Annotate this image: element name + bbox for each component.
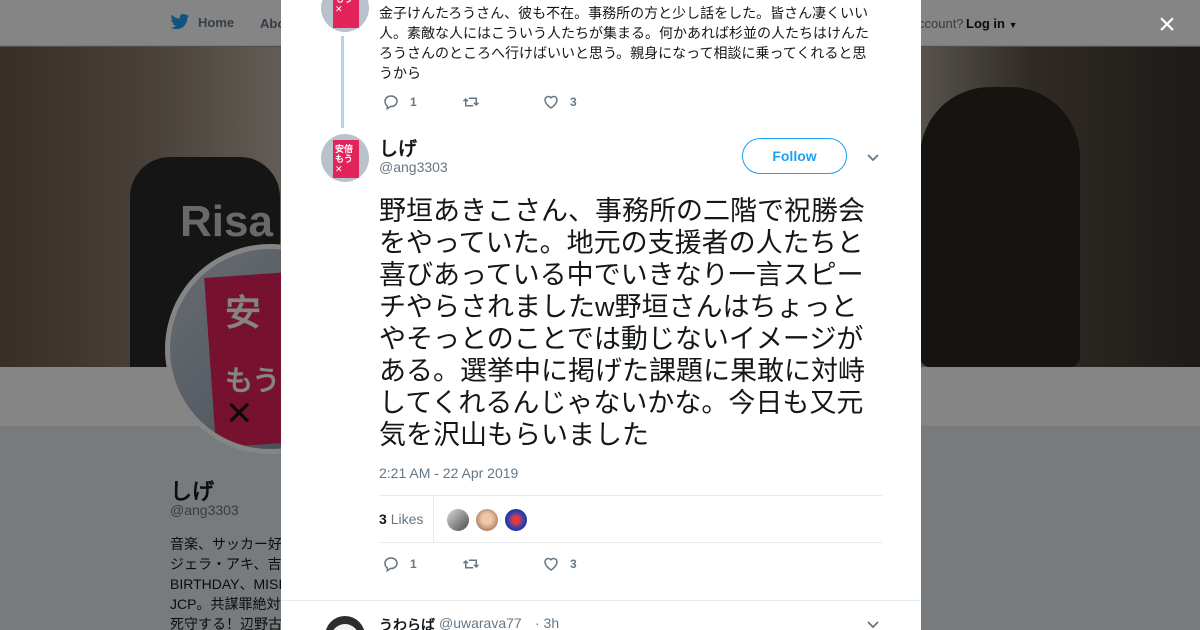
tweet-permalink-modal: もう✕ 金子けんたろうさん、彼も不在。事務所の方と少し話をした。皆さん凄くいい人… <box>281 0 921 630</box>
retweet-button[interactable] <box>462 555 542 573</box>
reply-icon <box>384 557 398 573</box>
chevron-down-icon[interactable] <box>865 616 881 630</box>
tweet-actions: 1 3 <box>382 555 622 573</box>
reply-button[interactable]: 1 <box>382 93 462 111</box>
liker-avatar[interactable] <box>504 508 528 532</box>
reply-avatar[interactable] <box>325 616 365 630</box>
likes-label: Likes <box>390 511 424 527</box>
like-count: 3 <box>570 95 577 109</box>
author-name[interactable]: しげ <box>379 134 417 161</box>
tweet-stats: 3 Likes <box>379 495 882 543</box>
parent-tweet-avatar[interactable]: もう✕ <box>321 0 369 32</box>
thread-connector-line <box>341 36 344 128</box>
reply-timestamp[interactable]: · 3h <box>535 615 559 630</box>
chevron-down-icon[interactable] <box>865 149 881 165</box>
stats-divider <box>433 496 434 542</box>
author-handle[interactable]: @ang3303 <box>379 159 448 175</box>
liker-avatar[interactable] <box>446 508 470 532</box>
like-count: 3 <box>570 557 577 571</box>
parent-tweet-text: 金子けんたろうさん、彼も不在。事務所の方と少し話をした。皆さん凄くいい人。素敵な… <box>379 5 869 81</box>
reply-icon <box>384 95 398 111</box>
reply-author-handle[interactable]: @uwarava77 <box>439 615 522 630</box>
reply-author-name[interactable]: うわらば <box>379 615 435 630</box>
retweet-button[interactable] <box>462 93 542 111</box>
tweet-text: 野垣あきこさん、事務所の二階で祝勝会をやっていた。地元の支援者の人たちと喜びあっ… <box>379 196 865 450</box>
tweet-timestamp[interactable]: 2:21 AM - 22 Apr 2019 <box>379 465 518 481</box>
parent-tweet-actions: 1 3 <box>382 93 622 111</box>
reply-count: 1 <box>410 95 417 109</box>
close-icon[interactable]: × <box>1152 10 1182 40</box>
like-button[interactable]: 3 <box>542 555 622 573</box>
reply-button[interactable]: 1 <box>382 555 462 573</box>
heart-icon <box>544 557 558 571</box>
reply-avatar-face <box>331 624 359 630</box>
reply-count: 1 <box>410 557 417 571</box>
follow-button[interactable]: Follow <box>742 138 847 174</box>
retweet-icon <box>462 559 480 569</box>
heart-icon <box>544 95 558 109</box>
like-button[interactable]: 3 <box>542 93 622 111</box>
avatar-sign-text: 安倍 もう ✕ <box>335 144 354 174</box>
liker-avatar[interactable] <box>475 508 499 532</box>
likes-count: 3 <box>379 511 387 527</box>
author-avatar[interactable]: 安倍 もう ✕ <box>321 134 369 182</box>
likes-stat[interactable]: 3 Likes <box>379 511 423 527</box>
retweet-icon <box>462 97 480 107</box>
reply-divider <box>281 600 921 601</box>
avatar-sign-text: もう✕ <box>335 0 353 14</box>
